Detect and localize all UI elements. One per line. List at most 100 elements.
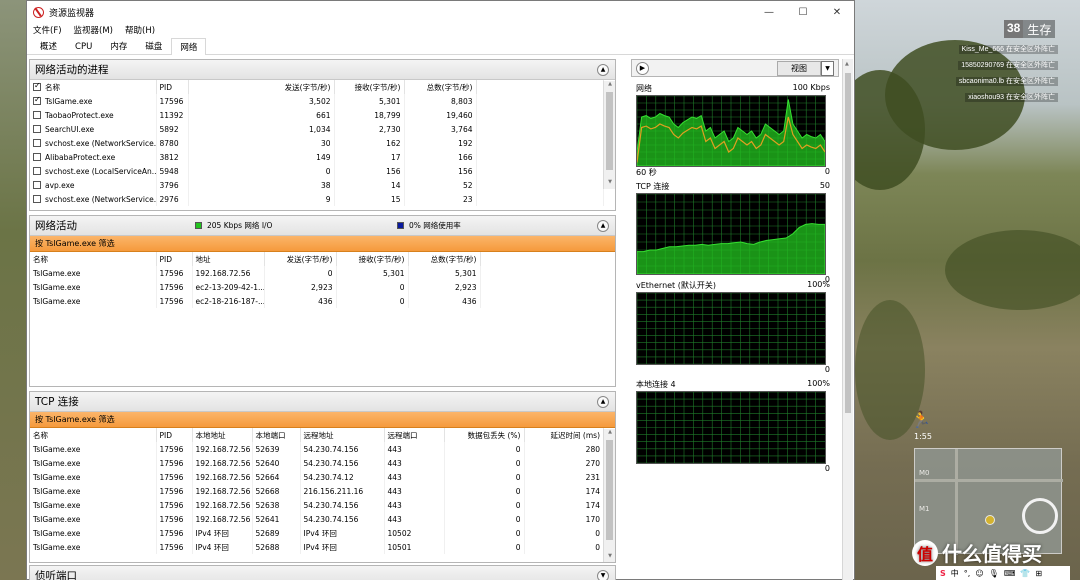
ime-keyboard-icon[interactable]: ⌨ [1004,569,1016,578]
table-row[interactable]: TaobaoProtect.exe 11392 661 18,799 19,460 [30,108,604,122]
scroll-thumb[interactable] [845,73,851,413]
column-header-local-address[interactable]: 本地地址 [192,428,253,442]
table-row[interactable]: TslGame.exe 17596 IPv4 环回 52688 IPv4 环回 10501… [30,540,604,554]
expand-chevron-down-icon[interactable]: ▼ [597,569,609,580]
tcp-connections-panel: TCP 连接 ▲ 按 TslGame.exe 筛选 名称 PID 本地地址 本地… [29,391,616,563]
collapse-chevron-up-icon[interactable]: ▲ [597,63,609,76]
table-row[interactable]: avp.exe 3796 38 14 52 [30,178,604,192]
processes-panel-header[interactable]: 网络活动的进程 ▲ [30,60,615,80]
collapse-chevron-up-icon[interactable]: ▲ [597,395,609,408]
row-checkbox[interactable] [33,124,41,133]
menu-file[interactable]: 文件(F) [33,24,62,36]
menu-monitor[interactable]: 监视器(M) [74,24,113,36]
view-dropdown-chevron-icon[interactable]: ▼ [821,60,834,76]
table-row[interactable]: TslGame.exe 17596 192.168.72.56 52639 54.230… [30,442,604,456]
scroll-thumb[interactable] [606,92,613,170]
scroll-thumb[interactable] [606,440,613,540]
column-header-name[interactable]: 名称 [30,252,157,266]
runner-icon: 🏃 [911,410,931,429]
close-button[interactable]: ✕ [820,1,854,23]
row-checkbox[interactable] [33,152,41,161]
view-button[interactable]: 视图 [777,60,821,76]
table-row[interactable]: TslGame.exe 175963,5025,3018,803 [30,94,604,108]
select-all-checkbox[interactable] [33,81,41,91]
column-header-total[interactable]: 总数(字节/秒) [404,80,477,94]
ime-voice-icon[interactable]: 🎙 [989,569,999,578]
expand-pane-icon[interactable]: ▶ [636,61,649,75]
scroll-up-icon[interactable]: ▲ [604,429,615,439]
alive-label: 生存 [1023,20,1056,38]
table-row[interactable]: svchost.exe (LocalServiceAn... 5948 0 156 15… [30,164,604,178]
title-bar[interactable]: 资源监视器 — ☐ ✕ [27,1,854,23]
tab-network[interactable]: 网络 [171,38,207,55]
table-row[interactable]: TslGame.exe 17596 192.168.72.56 0 5,301 5,301 [30,266,615,280]
table-row[interactable]: TslGame.exe 17596 ec2-13-209-42-1... 2,923 0… [30,280,615,294]
column-header-send[interactable]: 发送(字节/秒) [264,252,337,266]
column-header-local-port[interactable]: 本地端口 [252,428,301,442]
column-header-address[interactable]: 地址 [192,252,265,266]
ime-emoji-icon[interactable]: ☺ [975,569,983,578]
tab-cpu[interactable]: CPU [66,39,101,54]
local-address-cell: 192.168.72.56 [192,498,253,512]
row-checkbox[interactable] [33,110,41,119]
table-row[interactable]: TslGame.exe 17596 192.168.72.56 52638 54.230… [30,498,604,512]
row-checkbox[interactable] [33,95,41,105]
collapse-chevron-up-icon[interactable]: ▲ [597,219,609,232]
column-header-latency[interactable]: 延迟时间 (ms) [524,428,604,442]
column-header-name[interactable]: 名称 [30,428,157,442]
table-row[interactable]: TslGame.exe 17596 192.168.72.56 52664 54.230… [30,470,604,484]
table-row[interactable]: svchost.exe (NetworkService... 2976 9 15 23 [30,192,604,206]
scroll-up-icon[interactable]: ▲ [845,61,849,67]
scroll-down-icon[interactable]: ▼ [604,553,615,562]
column-header-total[interactable]: 总数(字节/秒) [408,252,481,266]
table-row[interactable]: TslGame.exe 17596 192.168.72.56 52668 216.15… [30,484,604,498]
recv-cell: 156 [334,164,405,178]
maximize-button[interactable]: ☐ [786,1,820,23]
minimize-button[interactable]: — [752,1,786,23]
row-checkbox[interactable] [33,194,41,203]
column-header-remote-address[interactable]: 远程地址 [300,428,385,442]
column-header-packet-loss[interactable]: 数据包丢失 (%) [444,428,525,442]
table-row[interactable]: TslGame.exe 17596 192.168.72.56 52641 54.230… [30,512,604,526]
column-header-recv[interactable]: 接收(字节/秒) [334,80,405,94]
filter-bar[interactable]: 按 TslGame.exe 筛选 [30,236,615,252]
table-row[interactable]: TslGame.exe 17596 ec2-18-216-187-... 436 0 43… [30,294,615,308]
column-header-send[interactable]: 发送(字节/秒) [188,80,335,94]
total-cell: 52 [404,178,477,192]
tcp-scrollbar[interactable]: ▲ ▼ [603,429,615,562]
listening-panel-header[interactable]: 侦听端口 ▼ [30,566,615,580]
table-row[interactable]: SearchUI.exe 5892 1,034 2,730 3,764 [30,122,604,136]
table-row[interactable]: TslGame.exe 17596 192.168.72.56 52640 54.230… [30,456,604,470]
tab-memory[interactable]: 内存 [101,37,136,54]
row-checkbox[interactable] [33,138,41,147]
column-header-recv[interactable]: 接收(字节/秒) [336,252,409,266]
row-checkbox[interactable] [33,166,41,175]
column-header-pid[interactable]: PID [156,80,189,94]
network-activity-header[interactable]: 网络活动 205 Kbps 网络 I/O 0% 网络使用率 ▲ [30,216,615,236]
scroll-down-icon[interactable]: ▼ [604,179,615,189]
processes-scrollbar[interactable]: ▲ ▼ [603,81,615,189]
process-name: avp.exe [45,180,75,190]
table-row[interactable]: svchost.exe (NetworkService... 8780 30 162 1… [30,136,604,150]
table-row[interactable]: TslGame.exe 17596 IPv4 环回 52689 IPv4 环回 10502… [30,526,604,540]
ime-punct-icon[interactable]: °, [964,569,971,578]
ime-tools-icon[interactable]: ⊞ [1035,569,1042,578]
filter-bar[interactable]: 按 TslGame.exe 筛选 [30,412,615,428]
scroll-up-icon[interactable]: ▲ [604,81,615,91]
row-checkbox[interactable] [33,180,41,189]
tab-overview[interactable]: 概述 [31,37,66,54]
ime-mode[interactable]: 中 [951,568,959,579]
remote-address-cell: 216.156.211.16 [300,484,385,498]
graphs-scrollbar[interactable]: ▲ [842,59,853,580]
tab-disk[interactable]: 磁盘 [136,37,171,54]
ime-toolbar[interactable]: S 中 °, ☺ 🎙 ⌨ 👕 ⊞ [936,566,1070,580]
column-header-remote-port[interactable]: 远程端口 [384,428,445,442]
menu-help[interactable]: 帮助(H) [125,24,155,36]
column-header-pid[interactable]: PID [156,252,193,266]
kill-feed-item: xiaoshou93 在安全区外阵亡 [928,92,1058,106]
column-header-pid[interactable]: PID [156,428,193,442]
column-header-name[interactable]: 名称 [30,80,157,94]
table-row[interactable]: AlibabaProtect.exe 3812 149 17 166 [30,150,604,164]
ime-skin-icon[interactable]: 👕 [1020,569,1030,578]
tcp-panel-header[interactable]: TCP 连接 ▲ [30,392,615,412]
